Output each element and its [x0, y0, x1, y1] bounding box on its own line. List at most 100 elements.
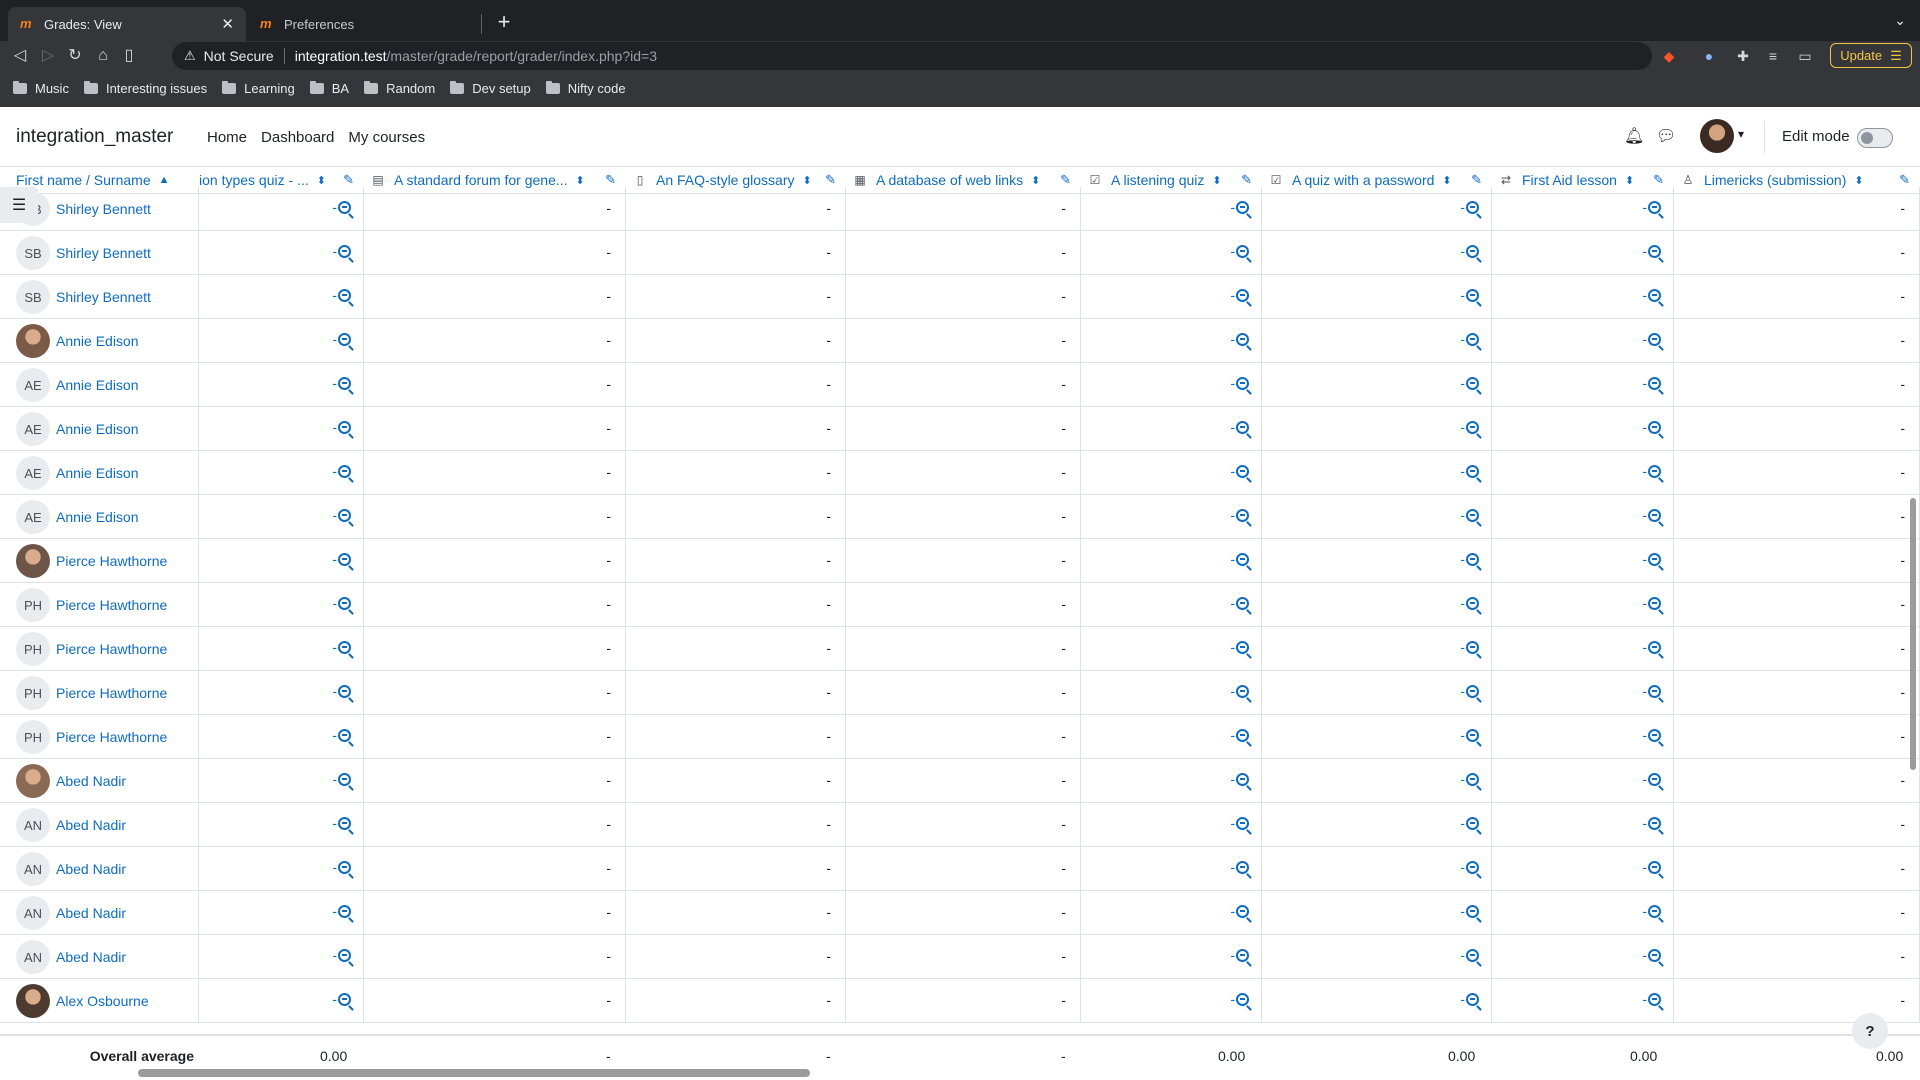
zoom-in-icon[interactable]	[1236, 288, 1249, 302]
grade-cell[interactable]: -	[1674, 363, 1920, 407]
grade-cell[interactable]: -	[626, 803, 846, 847]
grade-analysis-link[interactable]: -	[332, 727, 351, 743]
zoom-in-icon[interactable]	[1466, 376, 1479, 390]
grade-cell[interactable]: -	[1081, 979, 1262, 1023]
grade-cell[interactable]: -	[1262, 495, 1492, 539]
grade-analysis-link[interactable]: -	[1642, 419, 1661, 435]
grade-cell[interactable]: -	[1674, 759, 1920, 803]
wallet-icon[interactable]: ▭	[1796, 47, 1814, 65]
grade-analysis-link[interactable]: -	[332, 903, 351, 919]
grade-analysis-link[interactable]: -	[332, 991, 351, 1007]
edit-pencil-icon[interactable]: ✎	[343, 172, 354, 188]
zoom-in-icon[interactable]	[1236, 596, 1249, 610]
grade-cell[interactable]: -	[846, 671, 1081, 715]
grade-cell[interactable]: -	[364, 319, 626, 363]
user-photo[interactable]	[16, 764, 50, 798]
zoom-in-icon[interactable]	[1236, 508, 1249, 522]
grade-analysis-link[interactable]: -	[332, 815, 351, 831]
bookmark-icon[interactable]: ▯	[117, 44, 141, 68]
zoom-in-icon[interactable]	[1236, 640, 1249, 654]
grade-cell[interactable]: -	[1674, 627, 1920, 671]
grade-cell[interactable]: -	[1081, 363, 1262, 407]
zoom-in-icon[interactable]	[1466, 552, 1479, 566]
grade-cell[interactable]: -	[364, 275, 626, 319]
grade-cell[interactable]: -	[1674, 935, 1920, 979]
grade-cell[interactable]: -	[1262, 891, 1492, 935]
user-initials[interactable]: AN	[16, 808, 50, 842]
user-initials[interactable]: SB	[16, 236, 50, 270]
grade-analysis-link[interactable]: -	[1460, 947, 1479, 963]
grade-analysis-link[interactable]: -	[1460, 463, 1479, 479]
grade-cell[interactable]: -	[199, 495, 364, 539]
grade-cell[interactable]: -	[626, 407, 846, 451]
chevron-down-icon[interactable]: ▾	[1738, 127, 1744, 141]
grade-analysis-link[interactable]: -	[1460, 815, 1479, 831]
zoom-in-icon[interactable]	[1236, 684, 1249, 698]
grade-cell[interactable]: -	[1674, 187, 1920, 231]
grade-analysis-link[interactable]: -	[1642, 331, 1661, 347]
zoom-in-icon[interactable]	[1236, 948, 1249, 962]
grade-analysis-link[interactable]: -	[332, 639, 351, 655]
grade-analysis-link[interactable]: -	[332, 859, 351, 875]
grade-cell[interactable]: -	[1492, 935, 1674, 979]
grade-analysis-link[interactable]: -	[332, 199, 351, 215]
grade-cell[interactable]: -	[1262, 187, 1492, 231]
zoom-in-icon[interactable]	[1466, 596, 1479, 610]
grade-analysis-link[interactable]: -	[1460, 551, 1479, 567]
zoom-in-icon[interactable]	[1466, 464, 1479, 478]
horizontal-scrollbar[interactable]	[138, 1069, 810, 1077]
zoom-in-icon[interactable]	[1236, 244, 1249, 258]
grade-cell[interactable]: -	[1492, 803, 1674, 847]
grade-analysis-link[interactable]: -	[332, 507, 351, 523]
sort-asc-icon[interactable]: ▲	[159, 174, 170, 186]
back-icon[interactable]: ◁	[8, 44, 32, 68]
zoom-in-icon[interactable]	[1466, 200, 1479, 214]
grade-cell[interactable]: -	[626, 715, 846, 759]
grade-analysis-link[interactable]: -	[1642, 815, 1661, 831]
grade-cell[interactable]: -	[199, 187, 364, 231]
grade-analysis-link[interactable]: -	[332, 287, 351, 303]
grade-cell[interactable]: -	[1674, 583, 1920, 627]
grade-cell[interactable]: -	[1492, 539, 1674, 583]
grade-cell[interactable]: -	[1492, 451, 1674, 495]
zoom-in-icon[interactable]	[1648, 816, 1661, 830]
zoom-in-icon[interactable]	[1466, 640, 1479, 654]
help-button[interactable]: ?	[1852, 1013, 1888, 1049]
grade-cell[interactable]: -	[1081, 627, 1262, 671]
grade-cell[interactable]: -	[1492, 319, 1674, 363]
user-name-link[interactable]: Pierce Hawthorne	[56, 553, 167, 569]
grade-analysis-link[interactable]: -	[1460, 331, 1479, 347]
edit-pencil-icon[interactable]: ✎	[605, 172, 616, 188]
user-initials[interactable]: AN	[16, 940, 50, 974]
grade-cell[interactable]: -	[1492, 231, 1674, 275]
sort-icon[interactable]: ⬍	[1442, 174, 1451, 187]
grade-cell[interactable]: -	[846, 495, 1081, 539]
user-name-link[interactable]: Annie Edison	[56, 421, 139, 437]
grade-cell[interactable]: -	[1492, 407, 1674, 451]
grade-cell[interactable]: -	[364, 847, 626, 891]
grade-cell[interactable]: -	[199, 583, 364, 627]
vertical-scrollbar[interactable]	[1910, 498, 1916, 770]
zoom-in-icon[interactable]	[338, 552, 351, 566]
user-initials[interactable]: PH	[16, 632, 50, 666]
grade-cell[interactable]: -	[626, 979, 846, 1023]
grade-analysis-link[interactable]: -	[1460, 771, 1479, 787]
sort-icon[interactable]: ⬍	[1854, 174, 1863, 187]
zoom-in-icon[interactable]	[338, 992, 351, 1006]
grade-cell[interactable]: -	[1262, 847, 1492, 891]
zoom-in-icon[interactable]	[1648, 244, 1661, 258]
grade-cell[interactable]: -	[364, 363, 626, 407]
grade-analysis-link[interactable]: -	[1460, 287, 1479, 303]
grade-cell[interactable]: -	[199, 363, 364, 407]
grade-analysis-link[interactable]: -	[1230, 947, 1249, 963]
grade-cell[interactable]: -	[1081, 231, 1262, 275]
user-initials[interactable]: AE	[16, 456, 50, 490]
user-name-link[interactable]: Shirley Bennett	[56, 245, 151, 261]
edit-mode-toggle[interactable]	[1857, 128, 1893, 148]
grade-cell[interactable]: -	[626, 671, 846, 715]
zoom-in-icon[interactable]	[1648, 948, 1661, 962]
user-name-link[interactable]: Abed Nadir	[56, 773, 126, 789]
grade-analysis-link[interactable]: -	[1230, 331, 1249, 347]
grade-analysis-link[interactable]: -	[1230, 507, 1249, 523]
user-initials[interactable]: AE	[16, 412, 50, 446]
